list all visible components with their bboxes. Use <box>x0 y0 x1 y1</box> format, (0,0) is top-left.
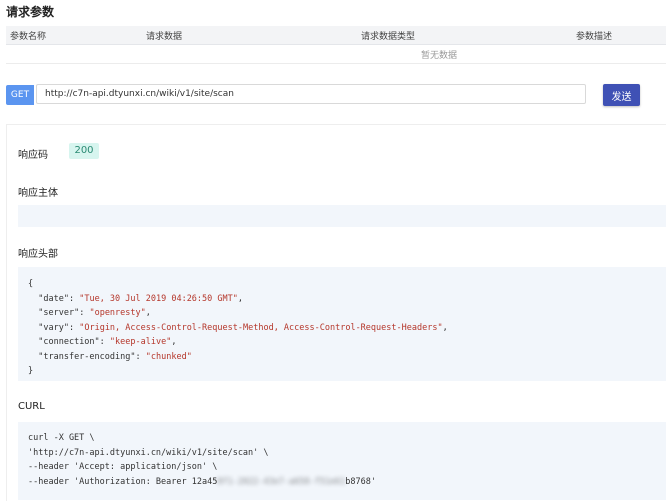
params-table-header: 参数名称 请求数据 请求数据类型 参数描述 <box>6 26 666 45</box>
response-body-label: 响应主体 <box>18 188 58 199</box>
response-headers-label: 响应头部 <box>18 249 58 260</box>
curl-line: curl -X GET \ <box>28 433 95 443</box>
header-transfer-encoding: chunked <box>150 351 187 362</box>
curl-line: --header 'Accept: application/json' \ <box>28 462 218 472</box>
curl-auth-suffix: b8768' <box>345 476 377 487</box>
curl-label: CURL <box>18 401 45 412</box>
response-body <box>18 205 666 227</box>
empty-text: 暂无数据 <box>421 51 458 61</box>
column-request-data: 请求数据 <box>146 32 183 42</box>
column-param-name: 参数名称 <box>10 32 47 42</box>
send-button[interactable]: 发送 <box>603 84 640 106</box>
header-date: Tue, 30 Jul 2019 04:26:50 GMT <box>84 293 233 304</box>
column-description: 参数描述 <box>576 32 613 42</box>
params-empty-row: 暂无数据 <box>6 45 666 64</box>
response-headers-code: { "date": "Tue, 30 Jul 2019 04:26:50 GMT… <box>18 267 666 381</box>
curl-auth-prefix: --header 'Authorization: Bearer 12a45 <box>28 476 218 487</box>
status-badge: 200 <box>69 143 99 159</box>
curl-line: 'http://c7n-api.dtyunxi.cn/wiki/v1/site/… <box>28 447 269 458</box>
header-vary: Origin, Access-Control-Request-Method, A… <box>84 322 438 333</box>
response-code-label: 响应码 <box>18 150 48 161</box>
curl-auth-hidden: 8f1-2022-43e7-a658-f51e61 <box>217 476 346 487</box>
method-badge[interactable]: GET <box>6 85 34 105</box>
column-data-type: 请求数据类型 <box>361 32 416 42</box>
curl-code: curl -X GET \ 'http://c7n-api.dtyunxi.cn… <box>18 422 666 500</box>
url-input[interactable] <box>36 84 586 104</box>
header-server: openresty <box>94 308 141 318</box>
params-title: 请求参数 <box>6 5 55 19</box>
header-connection: keep-alive <box>115 337 167 347</box>
